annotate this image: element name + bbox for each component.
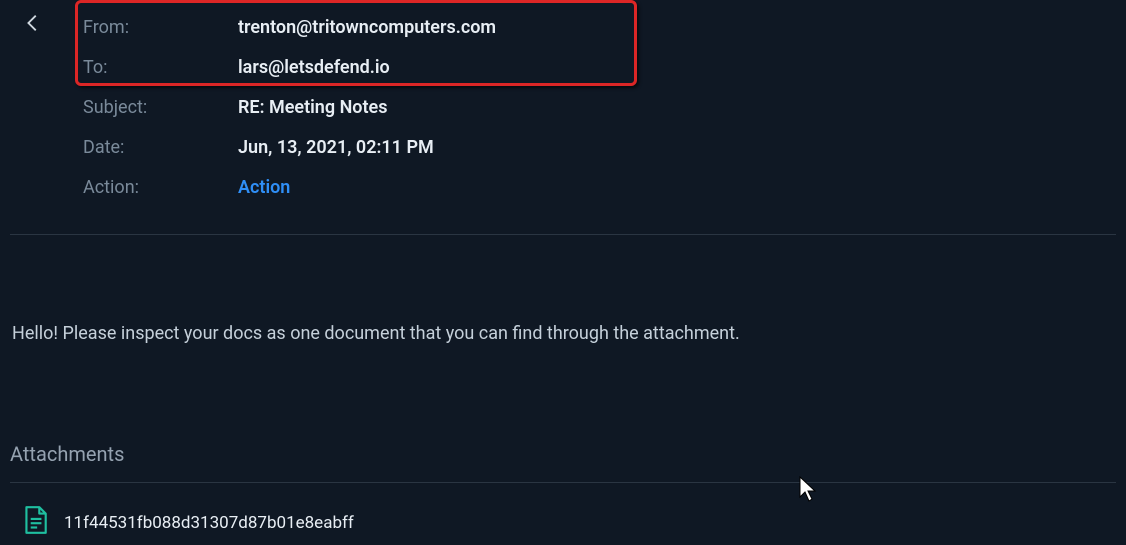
date-row: Date: Jun, 13, 2021, 02:11 PM bbox=[83, 128, 1126, 168]
to-value: lars@letsdefend.io bbox=[238, 48, 390, 88]
back-button[interactable] bbox=[22, 12, 44, 39]
attachment-name: 11f44531fb088d31307d87b01e8eabff bbox=[64, 513, 354, 533]
action-link[interactable]: Action bbox=[238, 168, 290, 208]
from-label: From: bbox=[83, 8, 238, 48]
action-label: Action: bbox=[83, 168, 238, 208]
divider bbox=[10, 234, 1116, 235]
from-row: From: trenton@tritowncomputers.com bbox=[83, 8, 1126, 48]
date-label: Date: bbox=[83, 128, 238, 168]
file-icon bbox=[22, 505, 48, 540]
divider bbox=[10, 482, 1116, 483]
arrow-left-icon bbox=[22, 18, 44, 39]
subject-label: Subject: bbox=[83, 88, 238, 128]
from-value: trenton@tritowncomputers.com bbox=[238, 8, 496, 48]
cursor-icon bbox=[798, 475, 818, 508]
to-label: To: bbox=[83, 48, 238, 88]
to-row: To: lars@letsdefend.io bbox=[83, 48, 1126, 88]
subject-row: Subject: RE: Meeting Notes bbox=[83, 88, 1126, 128]
action-row: Action: Action bbox=[83, 168, 1126, 208]
email-body: Hello! Please inspect your docs as one d… bbox=[12, 323, 1126, 344]
email-header: From: trenton@tritowncomputers.com To: l… bbox=[83, 0, 1126, 208]
subject-value: RE: Meeting Notes bbox=[238, 88, 387, 128]
date-value: Jun, 13, 2021, 02:11 PM bbox=[238, 128, 434, 168]
attachments-heading: Attachments bbox=[10, 442, 1126, 466]
attachment-item[interactable]: 11f44531fb088d31307d87b01e8eabff bbox=[22, 505, 1126, 540]
